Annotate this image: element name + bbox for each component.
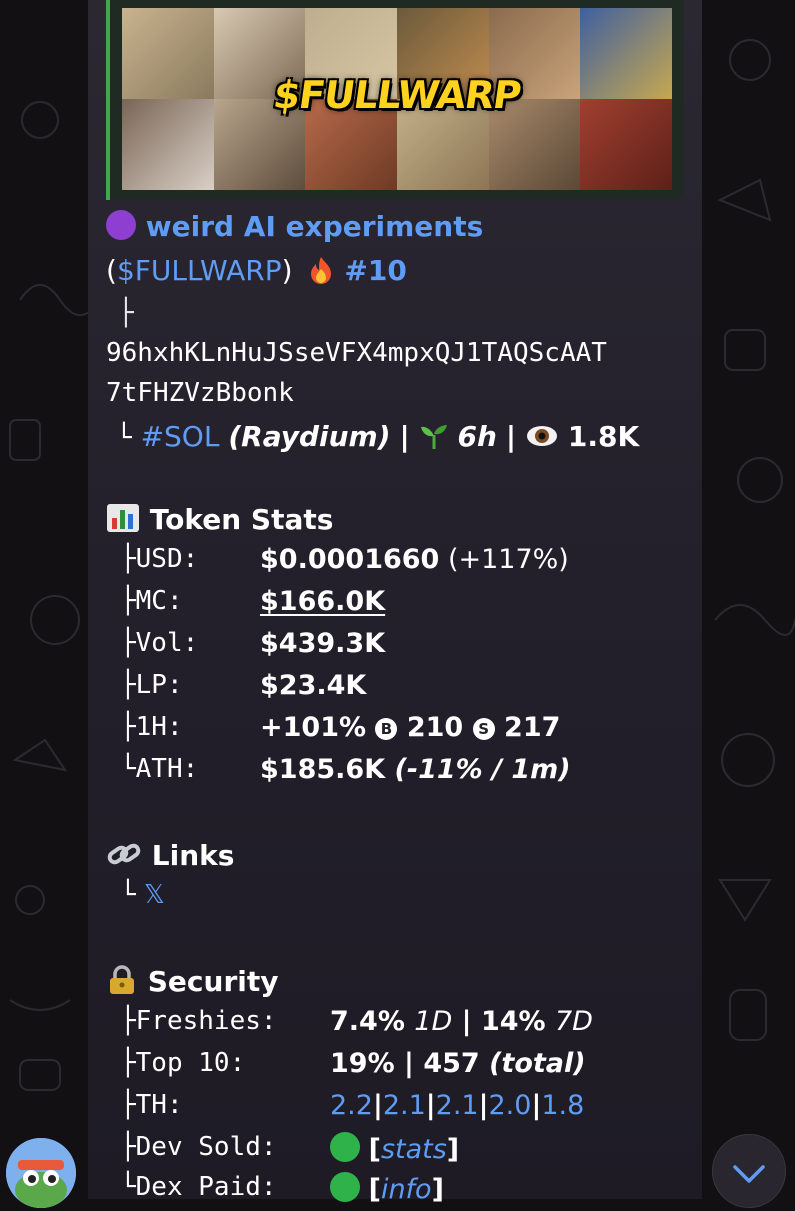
stat-key: ├1H:	[120, 712, 183, 742]
stat-key: ├USD:	[120, 544, 199, 574]
ticker-link[interactable]: $FULLWARP	[117, 254, 282, 287]
top10-total: 457	[423, 1048, 480, 1079]
stat-key: ├MC:	[120, 586, 183, 616]
top-holder-link[interactable]: 2.2	[330, 1090, 373, 1121]
dex-name: (Raydium)	[228, 420, 391, 453]
freshies-7d-label: 7D	[554, 1006, 593, 1037]
tree-end: └	[116, 423, 132, 453]
link-preview[interactable]: $FULLWARP	[106, 0, 684, 200]
stat-value: $439.3K	[260, 628, 386, 659]
link-icon	[107, 843, 141, 865]
paren-open: (	[106, 254, 117, 287]
stat-key: └ATH:	[120, 754, 199, 784]
bracket-open: [	[368, 1134, 381, 1165]
stat-value: $23.4K	[260, 670, 367, 701]
stat-key: ├Freshies:	[120, 1006, 277, 1036]
stat-key: ├Vol:	[120, 628, 199, 658]
top10-percent: 19%	[330, 1048, 395, 1079]
top-holder-link[interactable]: 1.8	[541, 1090, 584, 1121]
stat-key: ├LP:	[120, 670, 183, 700]
tree-end: └	[120, 880, 136, 910]
top-holder-link[interactable]: 2.0	[488, 1090, 531, 1121]
links-title: Links	[151, 839, 235, 872]
seedling-icon	[420, 425, 447, 449]
sells-badge-icon: S	[472, 718, 495, 740]
bracket-open: [	[368, 1174, 381, 1205]
preview-accent-bar	[106, 0, 110, 200]
stat-key: └Dex Paid:	[120, 1172, 277, 1202]
market-cap-link[interactable]: $166.0K	[260, 586, 385, 617]
stat-key: ├Top 10:	[120, 1048, 246, 1078]
message-title-line: weird AI experiments	[106, 210, 483, 243]
eye-icon	[526, 426, 557, 446]
collage-tile	[122, 99, 214, 190]
freshies-1d-label: 1D	[414, 1006, 453, 1037]
lock-icon	[110, 965, 134, 994]
bar-chart-icon	[107, 504, 139, 532]
ticker-line: ($FULLWARP) #10	[106, 254, 407, 287]
frog-avatar-icon	[6, 1138, 76, 1208]
top-holder-link[interactable]: 2.1	[383, 1090, 426, 1121]
paren-close: )	[281, 254, 293, 287]
bracket-close: ]	[446, 1134, 460, 1165]
contract-address-line-1[interactable]: 96hxhKLnHuJSseVFX4mpxQJ1TAQScAAT	[106, 338, 607, 368]
preview-brand-text: $FULLWARP	[270, 73, 524, 118]
chain-hashtag[interactable]: #SOL	[141, 420, 220, 453]
freshies-1d-value: 7.4%	[330, 1006, 405, 1037]
stat-value: $185.6K	[260, 754, 386, 785]
purple-circle-icon	[106, 210, 136, 240]
collage-tile	[122, 8, 214, 99]
rank-link[interactable]: #10	[344, 254, 406, 287]
token-age: 6h	[457, 420, 497, 453]
dev-sold-stats-link[interactable]: stats	[381, 1134, 447, 1165]
bracket-close: ]	[431, 1174, 444, 1205]
x-twitter-link[interactable]: 𝕏	[144, 880, 165, 910]
buys-badge-icon: B	[375, 718, 398, 740]
fire-icon	[311, 257, 332, 284]
stat-value: $0.0001660	[260, 544, 440, 575]
green-circle-icon	[330, 1172, 360, 1202]
chevron-down-icon	[733, 1165, 765, 1183]
tree-branch: ├	[118, 298, 134, 328]
preview-image-collage[interactable]: $FULLWARP	[122, 8, 672, 190]
sell-count: 217	[504, 712, 561, 743]
stat-value: +101%	[260, 712, 367, 743]
links-row: └ 𝕏	[120, 880, 165, 910]
sender-avatar[interactable]	[6, 1138, 76, 1208]
chain-info-line: └ #SOL (Raydium) | 6h | 1.8K	[116, 420, 639, 453]
separator: |	[399, 420, 410, 453]
top-holder-link[interactable]: 2.1	[436, 1090, 479, 1121]
security-heading: Security	[106, 964, 278, 998]
message-title[interactable]: weird AI experiments	[146, 210, 484, 243]
stat-key: ├TH:	[120, 1090, 183, 1120]
security-title: Security	[147, 965, 279, 998]
separator: |	[505, 420, 517, 453]
collage-tile	[580, 99, 672, 190]
scroll-to-bottom-button[interactable]	[712, 1134, 786, 1208]
stat-key: ├Dev Sold:	[120, 1132, 277, 1162]
token-stats-heading: Token Stats	[106, 502, 333, 536]
links-heading: Links	[106, 838, 234, 872]
stat-extra: (-11% / 1m)	[394, 754, 571, 785]
collage-tile	[580, 8, 672, 99]
top10-total-label: (total)	[489, 1048, 586, 1079]
green-circle-icon	[330, 1132, 360, 1162]
dex-paid-info-link[interactable]: info	[381, 1174, 432, 1205]
contract-address-line-2[interactable]: 7tFHZVzBbonk	[106, 378, 294, 408]
stat-extra: (+117%)	[447, 544, 569, 575]
view-count: 1.8K	[567, 420, 640, 453]
buy-count: 210	[406, 712, 464, 743]
freshies-7d-value: 14%	[480, 1006, 546, 1037]
token-stats-title: Token Stats	[149, 503, 334, 536]
